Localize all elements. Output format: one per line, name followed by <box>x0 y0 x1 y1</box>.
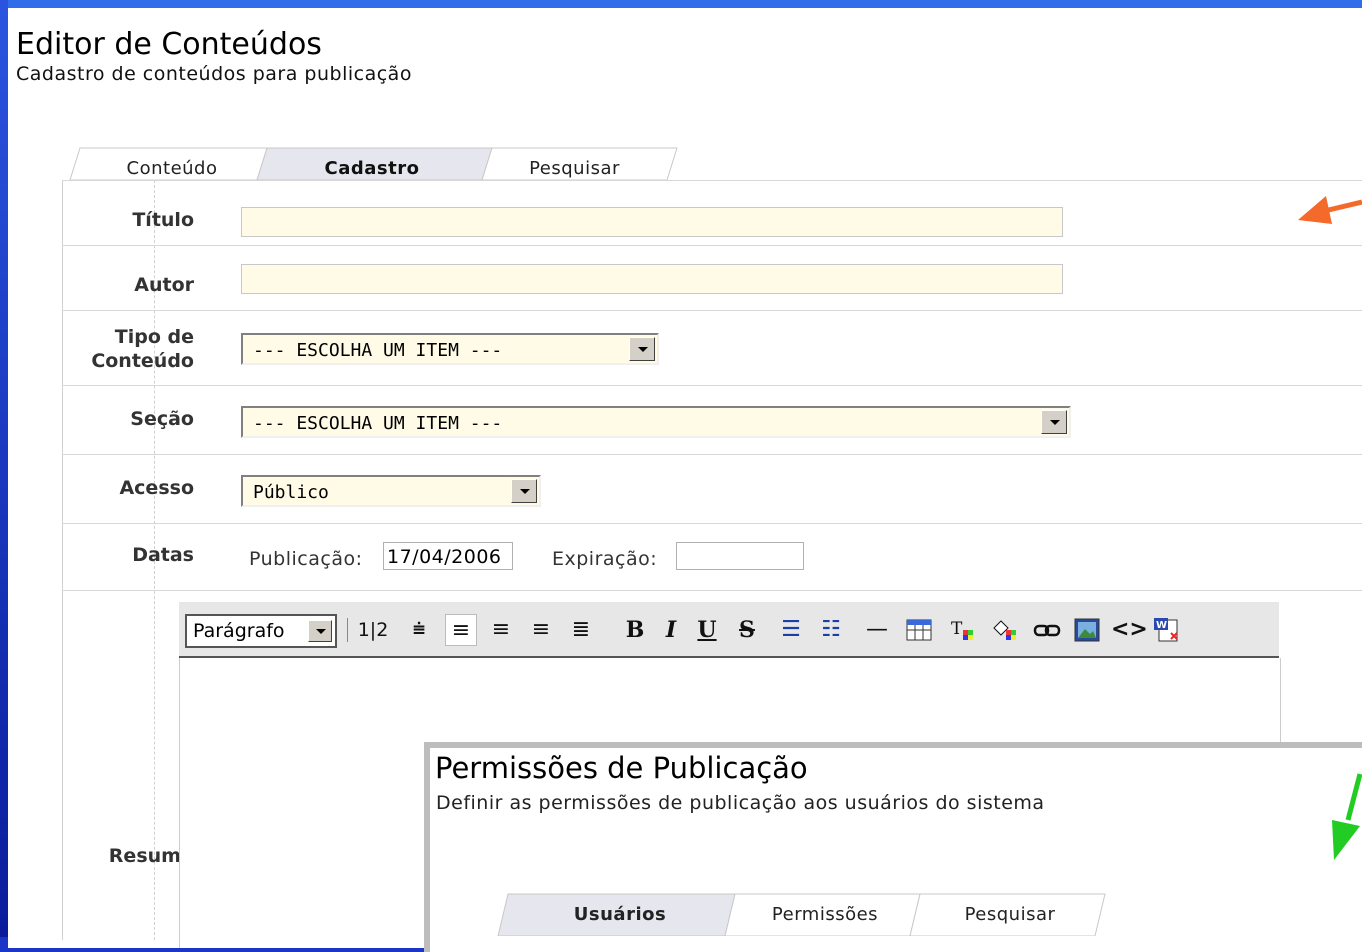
green-arrow <box>1332 773 1362 860</box>
window-top-border <box>0 0 1362 8</box>
page-title: Editor de Conteúdos <box>16 27 322 62</box>
secao-label: Seção <box>130 408 194 430</box>
autor-input[interactable] <box>241 264 1063 294</box>
link-icon[interactable] <box>1031 614 1063 646</box>
permissions-panel: Permissões de Publicação Definir as perm… <box>424 742 1362 952</box>
chevron-down-icon[interactable] <box>1041 410 1067 434</box>
background-color-icon[interactable] <box>989 614 1021 646</box>
acesso-select-value: Público <box>253 482 329 503</box>
underline-icon[interactable]: U <box>691 614 723 646</box>
toolbar-separator <box>347 618 348 642</box>
format-select-value: Parágrafo <box>193 620 285 642</box>
datas-label: Datas <box>132 544 194 566</box>
strikethrough-icon[interactable]: S <box>731 614 763 646</box>
word-paste-icon[interactable]: W <box>1151 614 1183 646</box>
format-select[interactable]: Parágrafo <box>185 614 337 648</box>
row-titulo: Título <box>62 180 1362 245</box>
align-justify-icon[interactable]: ≣ <box>565 614 597 646</box>
text-color-icon[interactable]: T <box>947 614 979 646</box>
page-subtitle: Cadastro de conteúdos para publicação <box>16 63 412 85</box>
chevron-down-icon[interactable] <box>308 620 332 642</box>
titulo-label: Título <box>132 209 194 231</box>
row-tipo: Tipo de Conteúdo --- ESCOLHA UM ITEM --- <box>62 310 1362 385</box>
tab-usuarios[interactable]: Usuários <box>510 894 730 936</box>
tab-pesquisar-permissoes[interactable]: Pesquisar <box>920 894 1100 936</box>
secao-select-value: --- ESCOLHA UM ITEM --- <box>253 413 503 434</box>
resumo-label: Resumo <box>108 845 194 867</box>
tipo-label-line1: Tipo de <box>114 326 194 348</box>
orange-arrow <box>1298 196 1362 224</box>
tipo-label: Tipo de Conteúdo <box>62 325 194 373</box>
secao-select[interactable]: --- ESCOLHA UM ITEM --- <box>241 406 1071 438</box>
align-center-icon[interactable]: ≡ <box>485 614 517 646</box>
publicacao-label: Publicação: <box>249 548 363 570</box>
image-icon[interactable] <box>1071 614 1103 646</box>
horizontal-rule-double-icon[interactable]: ⩧ <box>403 614 435 646</box>
italic-icon[interactable]: I <box>655 614 687 646</box>
permissions-subtitle: Definir as permissões de publicação aos … <box>436 792 1045 814</box>
tipo-select[interactable]: --- ESCOLHA UM ITEM --- <box>241 333 659 365</box>
table-icon[interactable] <box>903 614 935 646</box>
unordered-list-icon[interactable]: ☷ <box>815 614 847 646</box>
autor-label: Autor <box>134 274 194 296</box>
window-left-border <box>0 0 8 937</box>
row-autor: Autor <box>62 245 1362 310</box>
chevron-down-icon[interactable] <box>629 337 655 361</box>
expiracao-input[interactable] <box>676 542 804 570</box>
align-right-icon[interactable]: ≡ <box>525 614 557 646</box>
row-secao: Seção --- ESCOLHA UM ITEM --- <box>62 385 1362 454</box>
titulo-input[interactable] <box>241 207 1063 237</box>
expiracao-label: Expiração: <box>552 548 658 570</box>
svg-text:W: W <box>1156 620 1167 631</box>
horizontal-rule-icon[interactable]: — <box>861 614 893 646</box>
tipo-select-value: --- ESCOLHA UM ITEM --- <box>253 340 503 361</box>
chevron-down-icon[interactable] <box>511 479 537 503</box>
acesso-label: Acesso <box>119 477 194 499</box>
publicacao-input[interactable]: 17/04/2006 <box>383 542 513 570</box>
editor-toolbar: Parágrafo 1|2 ⩧ ≡ ≡ ≡ ≣ B I U S ☰ ☷ — T … <box>179 602 1279 658</box>
bold-icon[interactable]: B <box>619 614 651 646</box>
align-left-icon[interactable]: ≡ <box>445 614 477 646</box>
tab-bar: Conteúdo Cadastro Pesquisar <box>62 138 682 182</box>
permissions-title: Permissões de Publicação <box>435 751 808 785</box>
ordered-text-icon[interactable]: 1|2 <box>357 614 389 646</box>
tab-permissoes[interactable]: Permissões <box>735 894 915 936</box>
row-acesso: Acesso Público <box>62 454 1362 523</box>
svg-text:T: T <box>951 619 963 639</box>
html-source-icon[interactable]: <> <box>1111 614 1148 646</box>
tipo-label-line2: Conteúdo <box>91 350 194 372</box>
acesso-select[interactable]: Público <box>241 475 541 507</box>
ordered-list-icon[interactable]: ☰ <box>775 614 807 646</box>
row-datas: Datas Publicação: 17/04/2006 Expiração: <box>62 523 1362 590</box>
